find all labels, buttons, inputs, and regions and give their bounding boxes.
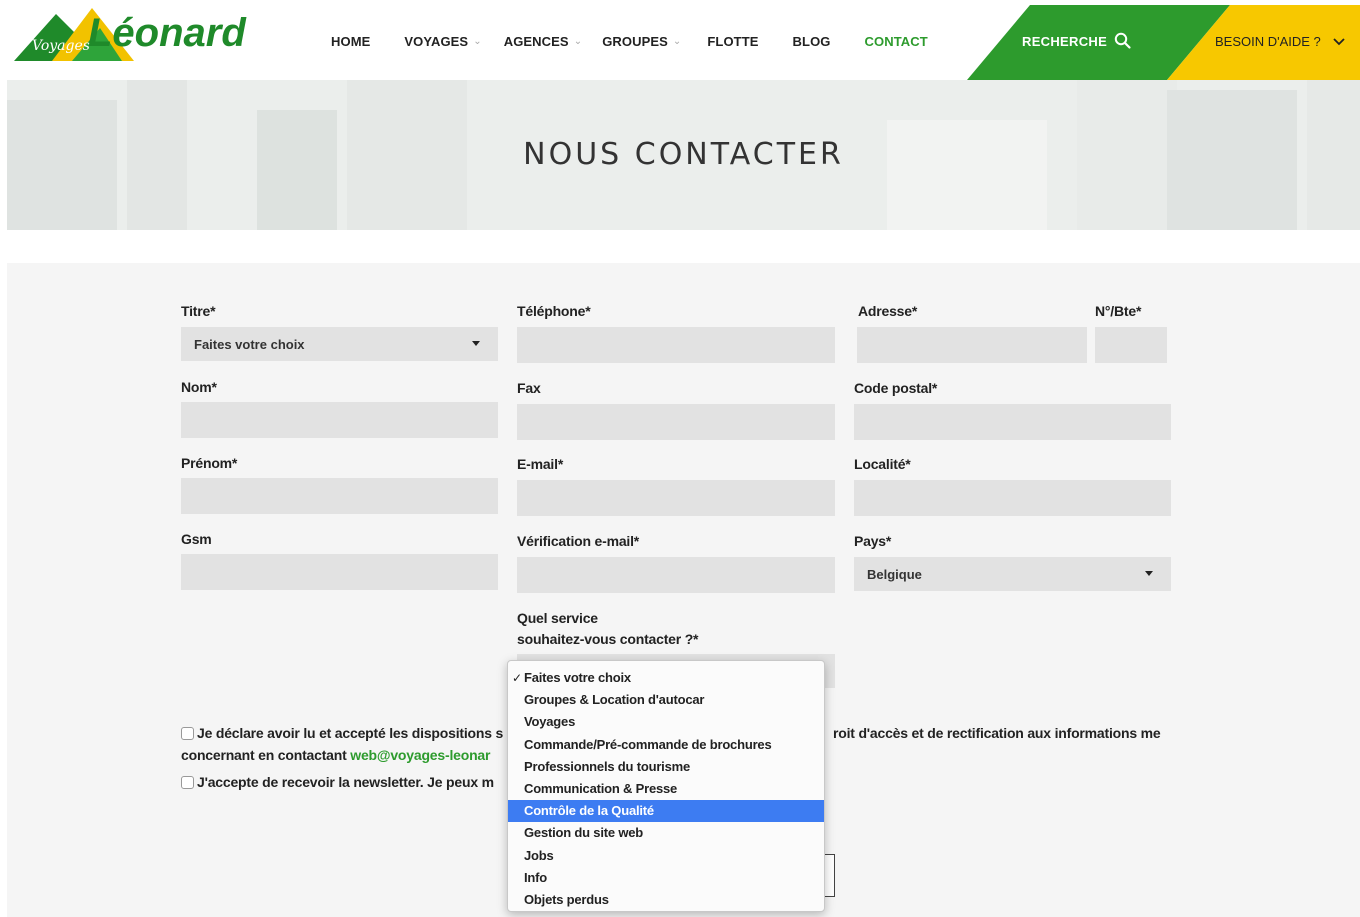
pays-select[interactable]: Belgique xyxy=(854,557,1171,591)
telephone-label: Téléphone* xyxy=(517,303,591,319)
service-option[interactable]: Gestion du site web xyxy=(508,822,824,844)
service-label-line1: Quel service xyxy=(517,610,598,626)
chevron-down-icon: ⌄ xyxy=(672,36,682,47)
fax-label: Fax xyxy=(517,380,541,396)
caret-down-icon xyxy=(1145,571,1153,576)
adresse-field[interactable] xyxy=(857,327,1087,363)
logo-script-text: Voyages xyxy=(32,38,90,54)
code-postal-field[interactable] xyxy=(854,404,1171,440)
chevron-down-icon: ⌄ xyxy=(473,36,482,47)
consent-text-end: roit d'accès et de rectification aux inf… xyxy=(833,725,1161,741)
nav-blog-label: BLOG xyxy=(792,34,831,49)
titre-label: Titre* xyxy=(181,303,216,319)
titre-select[interactable]: Faites votre choix xyxy=(181,327,498,361)
service-dropdown-list: Faites votre choix Groupes & Location d'… xyxy=(507,660,825,912)
search-icon xyxy=(1114,32,1131,49)
service-option[interactable]: Professionnels du tourisme xyxy=(508,756,824,778)
localite-field[interactable] xyxy=(854,480,1171,516)
newsletter-text: J'accepte de recevoir la newsletter. Je … xyxy=(197,774,494,790)
localite-label: Localité* xyxy=(854,456,911,472)
help-menu-label: BESOIN D'AIDE ? xyxy=(1215,34,1321,49)
consent-line-2: concernant en contactant web@voyages-leo… xyxy=(181,747,490,763)
service-option[interactable]: Faites votre choix xyxy=(508,667,824,689)
nav-blog[interactable]: BLOG xyxy=(793,34,831,49)
main-nav: HOME VOYAGES ⌄ AGENCES ⌄ GROUPES ⌄ FLOTTE B… xyxy=(331,34,962,49)
search-button-label: RECHERCHE xyxy=(1022,33,1108,49)
nav-contact[interactable]: CONTACT xyxy=(865,34,928,49)
gsm-label: Gsm xyxy=(181,531,212,547)
newsletter-checkbox[interactable] xyxy=(181,776,194,789)
chevron-down-icon xyxy=(1333,37,1345,45)
gsm-field[interactable] xyxy=(181,554,498,590)
prenom-field[interactable] xyxy=(181,478,498,514)
nav-home-label: HOME xyxy=(331,34,371,49)
search-button[interactable]: RECHERCHE xyxy=(1022,32,1132,50)
chevron-down-icon: ⌄ xyxy=(573,36,583,47)
nav-groupes-label: GROUPES xyxy=(602,34,668,49)
service-option[interactable]: Voyages xyxy=(508,711,824,733)
nom-field[interactable] xyxy=(181,402,498,438)
adresse-label: Adresse* xyxy=(858,303,918,319)
caret-down-icon xyxy=(472,341,480,346)
service-option-highlighted[interactable]: Contrôle de la Qualité xyxy=(508,800,824,823)
telephone-field[interactable] xyxy=(517,327,835,363)
numero-label: N°/Bte* xyxy=(1095,303,1142,319)
numero-field[interactable] xyxy=(1095,327,1167,363)
nav-flotte-label: FLOTTE xyxy=(707,34,759,49)
help-menu-button[interactable]: BESOIN D'AIDE ? xyxy=(1215,34,1345,49)
service-option[interactable]: Commande/Pré-commande de brochures xyxy=(508,734,824,756)
nav-voyages[interactable]: VOYAGES ⌄ xyxy=(404,34,481,49)
prenom-label: Prénom* xyxy=(181,455,238,471)
consent-line2-text: concernant en contactant xyxy=(181,747,351,763)
site-header: Voyages Léonard HOME VOYAGES ⌄ AGENCES ⌄ G… xyxy=(0,0,1360,80)
service-option[interactable]: Info xyxy=(508,867,824,889)
nav-voyages-label: VOYAGES xyxy=(404,34,469,49)
service-label-line2: souhaitez-vous contacter ?* xyxy=(517,631,699,647)
contact-email-link[interactable]: web@voyages-leonar xyxy=(350,747,490,763)
nav-contact-label: CONTACT xyxy=(864,34,928,49)
service-option[interactable]: Communication & Presse xyxy=(508,778,824,800)
email-label: E-mail* xyxy=(517,456,564,472)
nav-agences-label: AGENCES xyxy=(503,34,569,49)
service-option[interactable]: Jobs xyxy=(508,845,824,867)
nom-label: Nom* xyxy=(181,379,217,395)
consent-text-start: Je déclare avoir lu et accepté les dispo… xyxy=(197,725,504,741)
service-option[interactable]: Objets perdus xyxy=(508,889,824,911)
page-title: NOUS CONTACTER xyxy=(523,137,844,172)
nav-flotte[interactable]: FLOTTE xyxy=(707,34,758,49)
consent-line: Je déclare avoir lu et accepté les dispo… xyxy=(181,725,503,741)
email-field[interactable] xyxy=(517,480,835,516)
email-verification-field[interactable] xyxy=(517,557,835,593)
logo-name-text: Léonard xyxy=(88,11,247,55)
voyages-leonard-logo[interactable]: Voyages Léonard xyxy=(14,6,264,64)
pays-select-value: Belgique xyxy=(867,566,922,582)
service-option[interactable]: Groupes & Location d'autocar xyxy=(508,689,824,711)
fax-field[interactable] xyxy=(517,404,835,440)
code-postal-label: Code postal* xyxy=(854,380,938,396)
nav-groupes[interactable]: GROUPES ⌄ xyxy=(602,34,681,49)
titre-select-value: Faites votre choix xyxy=(194,336,305,352)
nav-agences[interactable]: AGENCES ⌄ xyxy=(504,34,582,49)
email-verification-label: Vérification e-mail* xyxy=(517,533,640,549)
nav-home[interactable]: HOME xyxy=(331,34,370,49)
newsletter-line: J'accepte de recevoir la newsletter. Je … xyxy=(181,774,494,790)
consent-checkbox[interactable] xyxy=(181,727,194,740)
hero-banner: NOUS CONTACTER xyxy=(7,80,1360,230)
pays-label: Pays* xyxy=(854,533,892,549)
